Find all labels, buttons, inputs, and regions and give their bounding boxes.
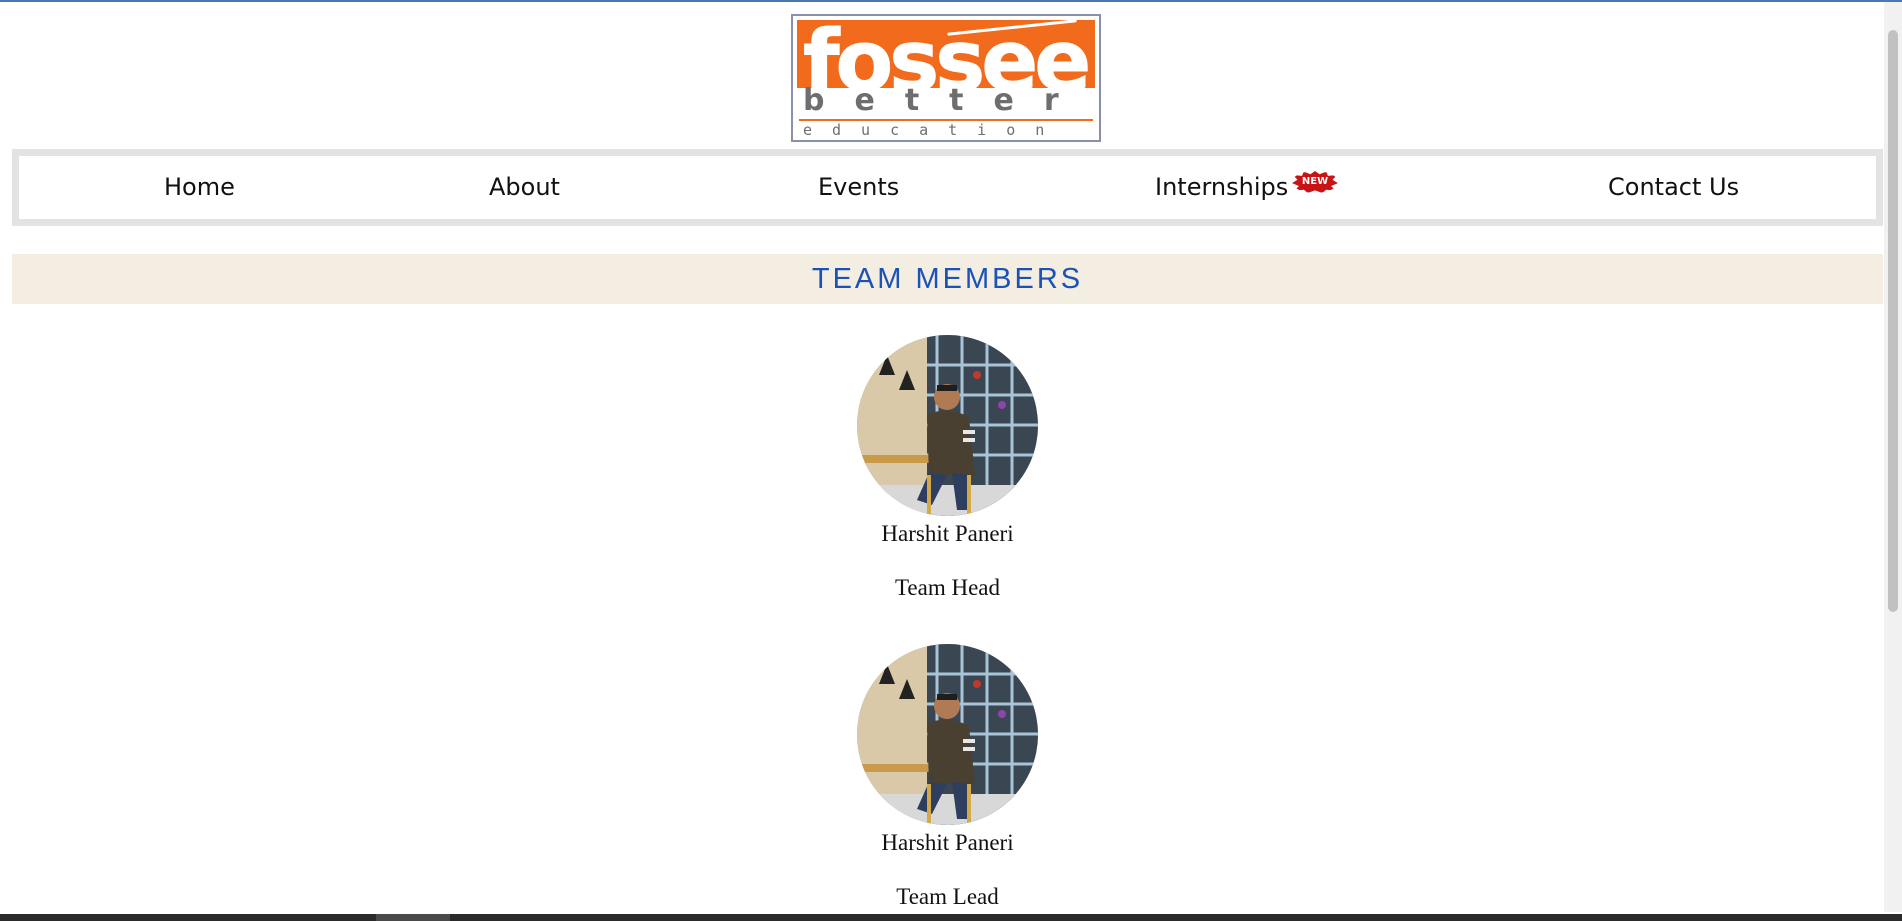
section-title: TEAM MEMBERS (811, 263, 1084, 295)
taskbar-strip (0, 914, 1902, 921)
taskbar-segment (376, 914, 450, 921)
team-members-header: TEAM MEMBERS (12, 254, 1883, 304)
logo-tagline-education: education (803, 121, 1065, 139)
member-name: Harshit Paneri (881, 830, 1014, 855)
new-badge-icon: NEW (1292, 171, 1338, 193)
scrollbar-thumb[interactable] (1888, 30, 1898, 612)
nav-item-home[interactable]: Home (164, 156, 235, 219)
member-photo (857, 335, 1038, 516)
nav-item-about[interactable]: About (489, 156, 560, 219)
page-scrollbar[interactable] (1884, 2, 1902, 912)
avatar (857, 335, 1038, 516)
member-role: Team Head (894, 575, 1001, 600)
member-card: Harshit Paneri Team Head (800, 335, 1095, 605)
nav-item-internships[interactable]: Internships (1155, 156, 1288, 219)
logo-banner: fossee (797, 16, 1095, 111)
page: fossee better education Home About Event… (0, 0, 1884, 921)
main-nav: Home About Events Internships NEW Contac… (12, 149, 1883, 226)
member-card: Harshit Paneri Team Lead (800, 644, 1095, 914)
member-role: Team Lead (896, 884, 999, 909)
nav-item-contact-us[interactable]: Contact Us (1608, 156, 1739, 219)
avatar (857, 644, 1038, 825)
nav-item-events[interactable]: Events (818, 156, 899, 219)
fossee-logo[interactable]: fossee better education (791, 14, 1101, 142)
member-photo (857, 644, 1038, 825)
member-name: Harshit Paneri (881, 521, 1014, 546)
logo-tagline-better: better (803, 83, 1089, 118)
